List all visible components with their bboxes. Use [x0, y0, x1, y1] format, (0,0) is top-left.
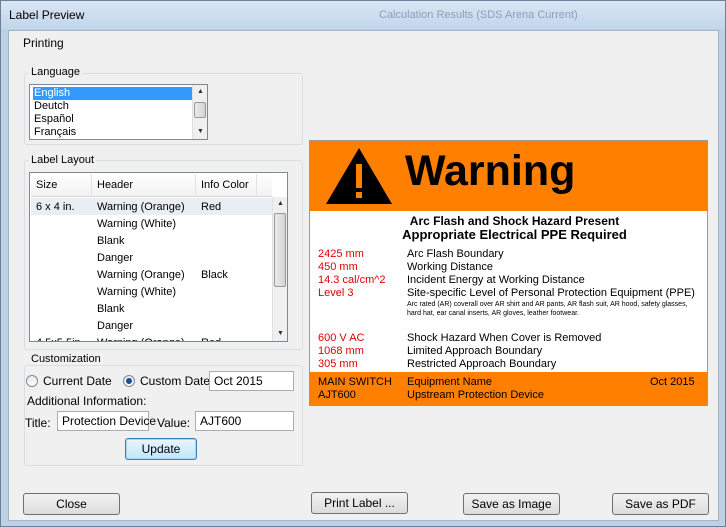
table-row[interactable]: 6 x 4 in. Warning (Orange) Red	[31, 198, 272, 215]
value-field[interactable]: AJT600	[195, 411, 294, 431]
table-row[interactable]: Danger	[31, 317, 272, 334]
preview-desc: Arc Flash Boundary	[407, 248, 504, 260]
listview-header: Size Header Info Color	[31, 174, 272, 197]
label-layout-group-label: Label Layout	[29, 154, 96, 166]
table-row[interactable]: Warning (Orange) Black	[31, 266, 272, 283]
row-header: Blank	[97, 235, 125, 247]
row-header: Warning (Orange)	[97, 337, 185, 341]
warning-triangle-icon	[326, 148, 392, 204]
preview-header-band: Warning	[310, 141, 707, 211]
label-preview: Warning Arc Flash and Shock Hazard Prese…	[309, 140, 708, 406]
scroll-up-arrow-icon[interactable]: ▲	[193, 85, 208, 99]
preview-ppe-note: Arc rated (AR) coverall over AR shirt an…	[407, 301, 688, 317]
row-size: 6 x 4 in.	[36, 201, 75, 213]
preview-value: Level 3	[318, 287, 354, 299]
close-button[interactable]: Close	[23, 493, 120, 515]
row-header: Warning (Orange)	[97, 269, 185, 281]
customization-group-label: Customization	[29, 353, 103, 365]
background-window-title: Calculation Results (SDS Arena Current)	[379, 9, 578, 21]
preview-date: Oct 2015	[650, 376, 695, 388]
preview-equipment-label: Equipment Name	[407, 376, 492, 388]
print-label-button[interactable]: Print Label ...	[311, 492, 408, 514]
preview-value: 2425 mm	[318, 248, 364, 260]
scroll-down-arrow-icon[interactable]: ▼	[273, 327, 287, 341]
table-row[interactable]: Blank	[31, 300, 272, 317]
column-info-color[interactable]: Info Color	[201, 179, 249, 191]
preview-desc: Shock Hazard When Cover is Removed	[407, 332, 602, 344]
row-size: 4.5x5.5in	[36, 337, 81, 341]
label-preview-window: Label Preview Calculation Results (SDS A…	[0, 0, 726, 527]
table-row[interactable]: 4.5x5.5in Warning (Orange) Red	[31, 334, 272, 341]
preview-ppe-line: Appropriate Electrical PPE Required	[402, 227, 627, 242]
preview-device-label: Upstream Protection Device	[407, 389, 544, 401]
preview-device-value: AJT600	[318, 389, 356, 401]
preview-desc: Limited Approach Boundary	[407, 345, 543, 357]
row-header: Warning (Orange)	[97, 201, 185, 213]
language-listbox[interactable]: English Deutch Español Français ▲ ▼	[29, 84, 208, 140]
language-group-label: Language	[29, 66, 82, 78]
save-as-image-button[interactable]: Save as Image	[463, 493, 560, 515]
preview-desc: Incident Energy at Working Distance	[407, 274, 585, 286]
column-header[interactable]: Header	[97, 179, 133, 191]
table-row[interactable]: Danger	[31, 249, 272, 266]
row-header: Warning (White)	[97, 218, 177, 230]
window-title: Label Preview	[9, 8, 85, 22]
preview-header-text: Warning	[405, 147, 576, 195]
row-header: Blank	[97, 303, 125, 315]
table-row[interactable]: Blank	[31, 232, 272, 249]
custom-date-label[interactable]: Custom Date	[140, 374, 210, 388]
preview-value: 600 V AC	[318, 332, 365, 344]
column-size[interactable]: Size	[36, 179, 57, 191]
custom-date-radio[interactable]	[123, 375, 135, 387]
title-bar[interactable]: Label Preview Calculation Results (SDS A…	[1, 1, 725, 29]
scroll-down-arrow-icon[interactable]: ▼	[193, 125, 208, 139]
custom-date-field[interactable]: Oct 2015	[209, 371, 294, 391]
preview-value: 1068 mm	[318, 345, 364, 357]
title-label: Title:	[25, 416, 51, 430]
language-scrollbar[interactable]: ▲ ▼	[192, 85, 207, 139]
value-label: Value:	[157, 416, 191, 430]
tab-printing[interactable]: Printing	[23, 36, 64, 50]
language-item-francais[interactable]: Français	[33, 126, 193, 139]
row-header: Danger	[97, 320, 134, 332]
layout-vertical-scrollbar[interactable]: ▲ ▼	[272, 197, 287, 341]
scroll-up-arrow-icon[interactable]: ▲	[273, 197, 287, 211]
preview-desc: Restricted Approach Boundary	[407, 358, 557, 370]
row-header: Warning (White)	[97, 286, 177, 298]
scroll-thumb[interactable]	[194, 102, 206, 118]
preview-desc: Site-specific Level of Personal Protecti…	[407, 287, 695, 299]
additional-info-label: Additional Information:	[27, 394, 147, 408]
row-color: Red	[201, 201, 222, 213]
save-as-pdf-button[interactable]: Save as PDF	[612, 493, 709, 515]
title-field[interactable]: Protection Device	[57, 411, 156, 431]
current-date-radio[interactable]	[26, 375, 38, 387]
language-item-deutch[interactable]: Deutch	[33, 100, 193, 113]
preview-equipment-value: MAIN SWITCH	[318, 376, 392, 388]
update-button[interactable]: Update	[125, 438, 197, 460]
dialog-client-area: Printing Language English Deutch Español…	[8, 30, 719, 521]
preview-value: 450 mm	[318, 261, 358, 273]
language-item-espanol[interactable]: Español	[33, 113, 193, 126]
row-header: Danger	[97, 252, 134, 264]
current-date-label[interactable]: Current Date	[43, 374, 112, 388]
table-row[interactable]: Warning (White)	[31, 215, 272, 232]
preview-hazard-line: Arc Flash and Shock Hazard Present	[409, 214, 620, 228]
language-item-english[interactable]: English	[33, 87, 193, 100]
label-layout-listview[interactable]: Size Header Info Color 6 x 4 in. Warning …	[29, 172, 288, 342]
preview-footer-band: MAIN SWITCH Equipment Name Oct 2015 AJT6…	[310, 372, 707, 405]
scroll-thumb[interactable]	[274, 213, 286, 287]
row-color: Red	[201, 337, 221, 341]
preview-desc: Working Distance	[407, 261, 493, 273]
table-row[interactable]: Warning (White)	[31, 283, 272, 300]
preview-value: 14.3 cal/cm^2	[318, 274, 386, 286]
preview-value: 305 mm	[318, 358, 358, 370]
row-color: Black	[201, 269, 228, 281]
